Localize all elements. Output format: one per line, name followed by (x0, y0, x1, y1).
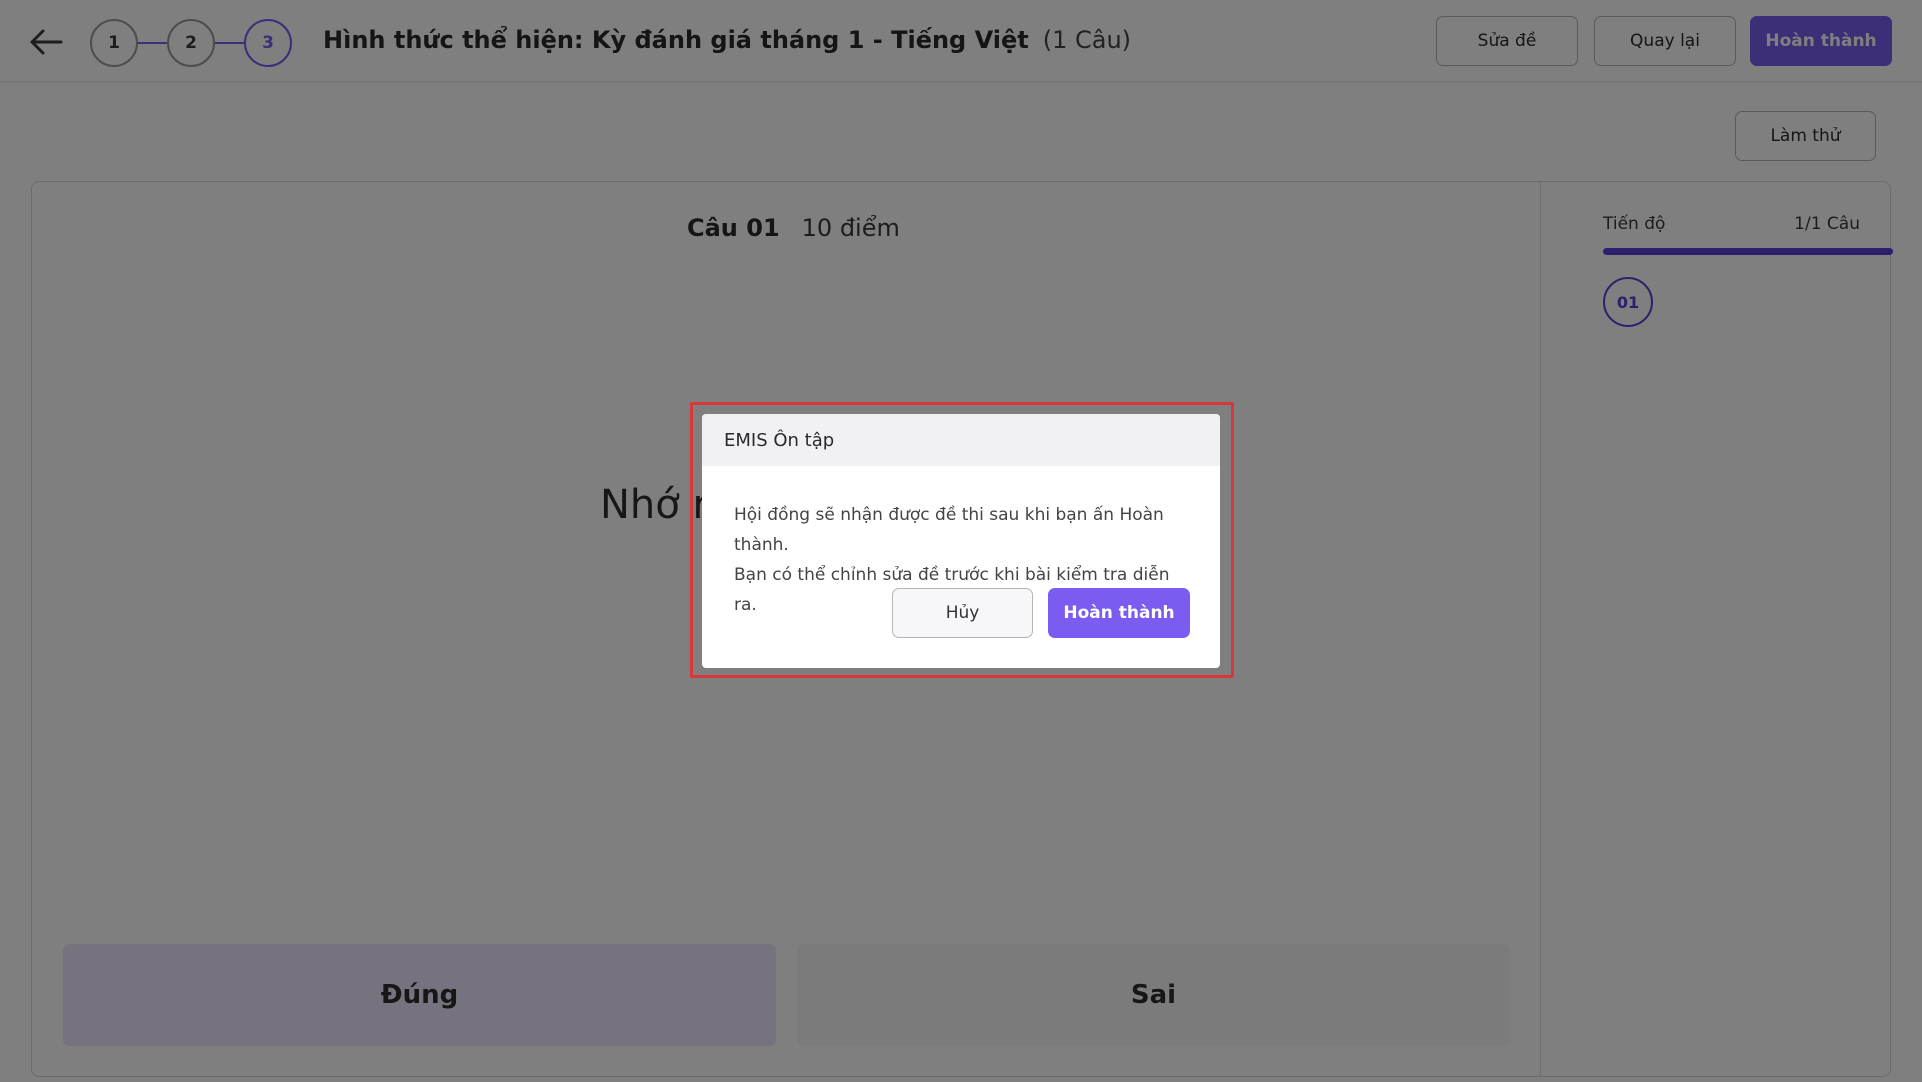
dialog-cancel-button[interactable]: Hủy (892, 588, 1033, 638)
dialog-message-line-1: Hội đồng sẽ nhận được đề thi sau khi bạn… (734, 505, 1164, 555)
confirm-dialog: EMIS Ôn tập Hội đồng sẽ nhận được đề thi… (702, 414, 1220, 668)
dialog-title: EMIS Ôn tập (702, 414, 1220, 466)
dialog-actions: Hủy Hoàn thành (892, 588, 1190, 638)
dialog-confirm-button[interactable]: Hoàn thành (1048, 588, 1190, 638)
